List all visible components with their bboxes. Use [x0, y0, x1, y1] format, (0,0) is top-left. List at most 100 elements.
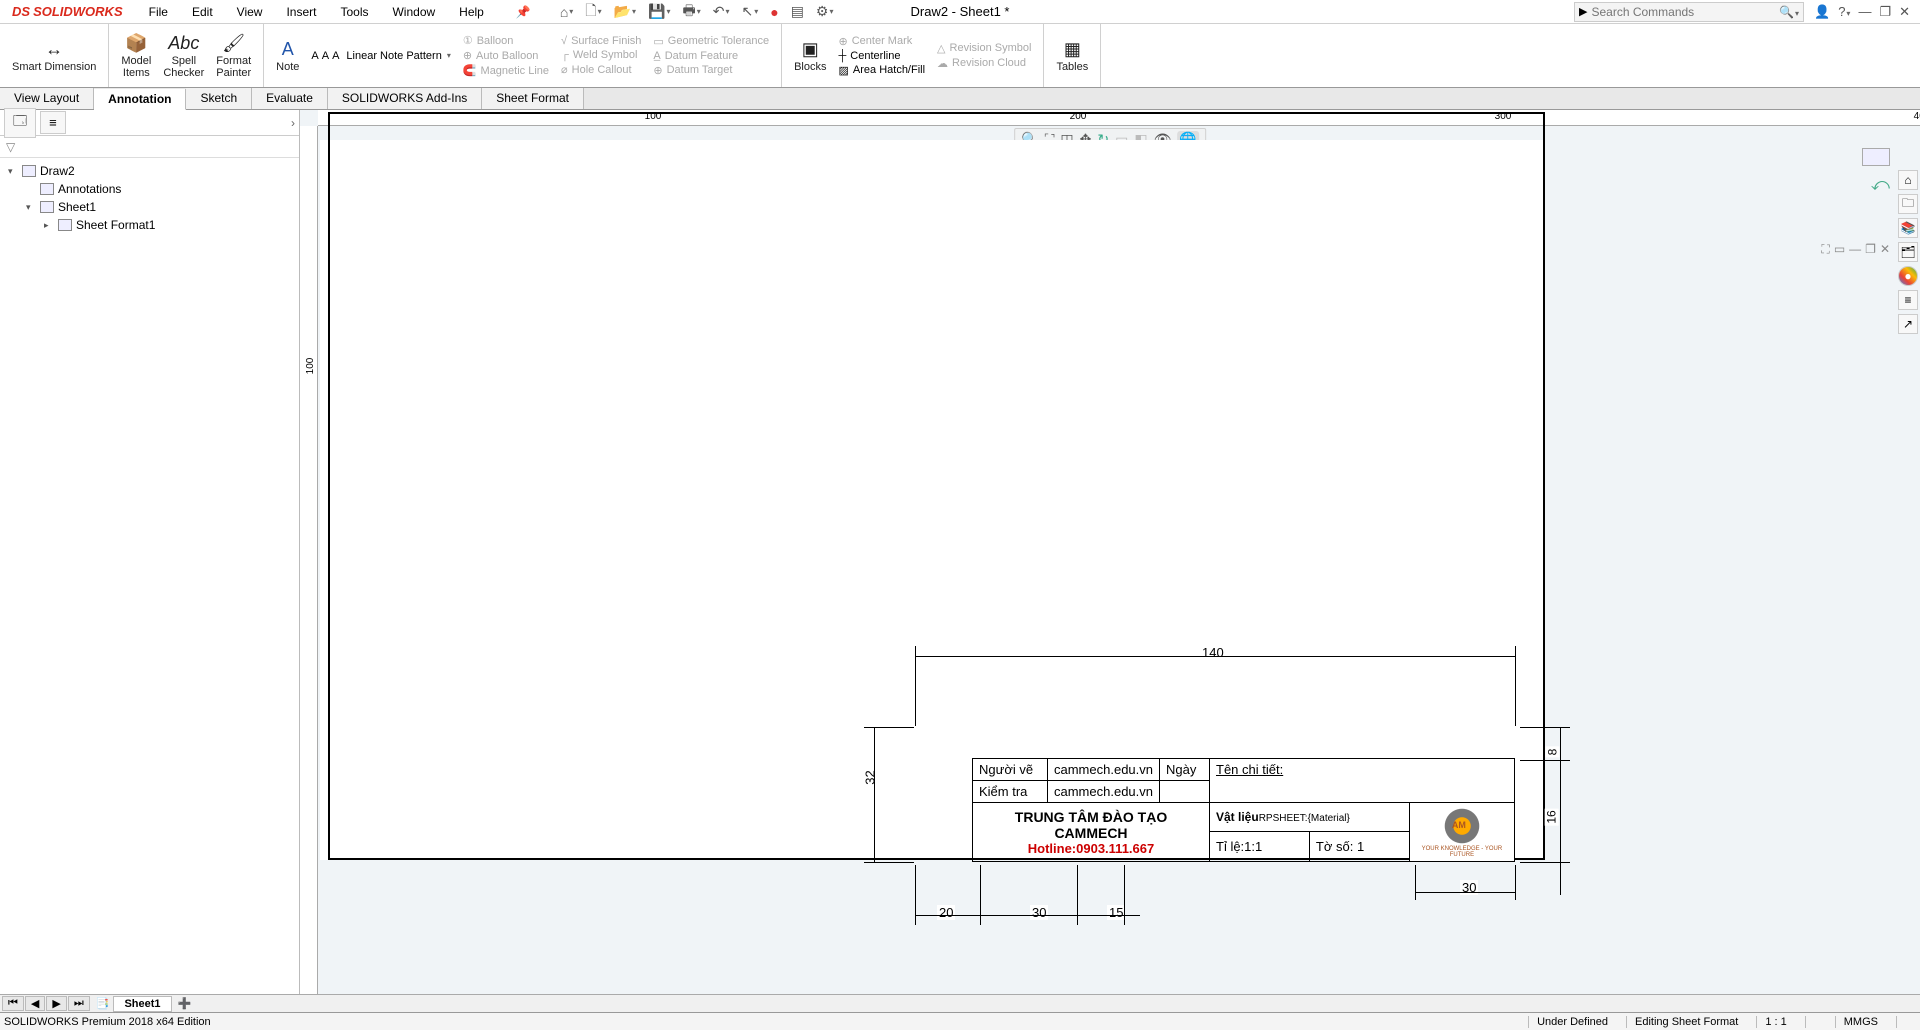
auto-balloon-button[interactable]: ⊕Auto Balloon: [463, 49, 549, 62]
sheet-border: [328, 112, 1545, 860]
tree-annotations[interactable]: Annotations: [8, 180, 291, 198]
graphics-area[interactable]: 100 200 300 400 100 🔍 ⛶ ◰ ✥ ↻ ▭ ◧ 👁 🌐 14…: [300, 110, 1920, 994]
minimize-icon[interactable]: —: [1858, 4, 1871, 19]
tab-sketch[interactable]: Sketch: [186, 88, 252, 109]
revision-symbol-button[interactable]: △Revision Symbol: [937, 42, 1031, 55]
property-manager-tab-icon[interactable]: ≡: [40, 111, 66, 134]
menu-edit[interactable]: Edit: [184, 3, 221, 21]
tb-vat-lieu-label: Vật liệu: [1216, 810, 1259, 824]
status-scale[interactable]: 1 : 1: [1756, 1016, 1794, 1028]
new-icon[interactable]: 🗋▾: [582, 0, 604, 24]
filter-bar[interactable]: ▽: [0, 136, 299, 158]
drawing-sheet: 140 32 20 30 15 30 8 16: [320, 140, 1545, 860]
blocks-icon: ▣: [802, 39, 819, 61]
taskpane-forum-icon[interactable]: ↗: [1898, 314, 1918, 334]
nav-prev-icon[interactable]: ◀: [25, 996, 45, 1011]
feature-tree-tab-icon[interactable]: 🗔: [4, 108, 36, 138]
taskpane-chrome-icon[interactable]: ●: [1898, 266, 1918, 286]
tree-sheet-format[interactable]: ▸Sheet Format1: [8, 216, 291, 234]
open-icon[interactable]: 📂▾: [611, 3, 639, 20]
brand-text: SOLIDWORKS: [33, 4, 123, 19]
print-icon[interactable]: 🖶▾: [679, 0, 703, 24]
vp-close-icon[interactable]: ✕: [1880, 242, 1890, 257]
centerline-button[interactable]: ┼Centerline: [839, 50, 926, 62]
format-painter-button[interactable]: 🖌Format Painter: [210, 31, 257, 81]
tree-sheet[interactable]: ▾Sheet1: [8, 198, 291, 216]
home-icon[interactable]: ⌂▾: [557, 4, 576, 20]
status-units[interactable]: MMGS: [1835, 1016, 1886, 1028]
menu-file[interactable]: File: [141, 3, 176, 21]
select-icon[interactable]: ↖▾: [738, 3, 761, 20]
menu-tools[interactable]: Tools: [332, 3, 376, 21]
menu-help[interactable]: Help: [451, 3, 492, 21]
search-icon[interactable]: 🔍▾: [1779, 5, 1799, 19]
smart-dimension-button[interactable]: ↔ Smart Dimension: [6, 37, 102, 75]
centermark-icon: ⊕: [839, 35, 848, 48]
status-bar: SOLIDWORKS Premium 2018 x64 Edition Unde…: [0, 1012, 1920, 1030]
hole-callout-button[interactable]: ⌀Hole Callout: [561, 63, 641, 76]
note-button[interactable]: ANote: [270, 37, 305, 75]
tab-evaluate[interactable]: Evaluate: [252, 88, 328, 109]
surface-finish-button[interactable]: √Surface Finish: [561, 35, 641, 47]
taskpane-library-icon[interactable]: 📚: [1898, 218, 1918, 238]
blocks-button[interactable]: ▣Blocks: [788, 37, 832, 75]
status-blank1: [1805, 1016, 1825, 1028]
flyout-icon[interactable]: ›: [291, 116, 295, 130]
taskpane-appearance-icon[interactable]: ≡: [1898, 290, 1918, 310]
tab-sheet-format[interactable]: Sheet Format: [482, 88, 584, 109]
undo-icon[interactable]: ↶▾: [710, 3, 733, 20]
app-logo: DS SOLIDWORKS: [0, 4, 135, 19]
center-mark-button[interactable]: ⊕Center Mark: [839, 35, 926, 48]
weld-symbol-button[interactable]: ┌Weld Symbol: [561, 49, 641, 61]
linear-note-pattern-button[interactable]: AAALinear Note Pattern▾: [311, 50, 450, 62]
nav-last-icon[interactable]: ⏭: [68, 996, 90, 1011]
reference-triad-icon[interactable]: [1862, 148, 1890, 166]
options-icon[interactable]: ⚙▾: [813, 3, 837, 20]
save-icon[interactable]: 💾▾: [645, 3, 673, 20]
nav-first-icon[interactable]: ⏮: [2, 996, 24, 1011]
menu-window[interactable]: Window: [384, 3, 443, 21]
add-sheet-icon[interactable]: ➕: [172, 997, 198, 1010]
close-icon[interactable]: ✕: [1899, 4, 1910, 20]
user-icon[interactable]: 👤: [1814, 4, 1830, 20]
options-doc-icon[interactable]: ▤: [788, 3, 807, 20]
datum-target-button[interactable]: ⊕Datum Target: [653, 64, 769, 77]
datum-feature-button[interactable]: A̲Datum Feature: [653, 50, 769, 62]
search-commands[interactable]: ▶ 🔍▾: [1574, 2, 1804, 22]
geometric-tolerance-button[interactable]: ▭Geometric Tolerance: [653, 35, 769, 48]
nav-next-icon[interactable]: ▶: [46, 996, 66, 1011]
tables-button[interactable]: ▦Tables: [1050, 37, 1094, 75]
magnetic-line-button[interactable]: 🧲Magnetic Line: [463, 64, 549, 77]
vp-expand-icon[interactable]: ⛶: [1821, 242, 1829, 257]
status-blank2: [1896, 1016, 1916, 1028]
tab-annotation[interactable]: Annotation: [94, 89, 186, 110]
hatch-icon: ▨: [839, 64, 849, 77]
sheet-icon: [40, 201, 54, 213]
restore-icon[interactable]: ❐: [1879, 4, 1891, 20]
sheet-tab-sheets-icon[interactable]: 📑: [96, 997, 110, 1010]
vp-window-icon[interactable]: ▭: [1834, 242, 1845, 257]
tab-addins[interactable]: SOLIDWORKS Add-Ins: [328, 88, 482, 109]
sheet-tab-sheet1[interactable]: Sheet1: [113, 996, 171, 1012]
search-input[interactable]: [1591, 5, 1779, 19]
rebuild-icon[interactable]: ●: [767, 4, 781, 20]
spell-checker-button[interactable]: AbcSpell Checker: [157, 31, 210, 81]
vp-restore-icon[interactable]: ❐: [1865, 242, 1876, 257]
help-icon[interactable]: ?▾: [1838, 4, 1850, 19]
menu-insert[interactable]: Insert: [278, 3, 324, 21]
taskpane-palette-icon[interactable]: 🗂: [1898, 242, 1918, 262]
ruler-vertical: 100: [300, 126, 318, 994]
tab-view-layout[interactable]: View Layout: [0, 88, 94, 109]
area-hatch-button[interactable]: ▨Area Hatch/Fill: [839, 64, 926, 77]
revert-arrow-icon[interactable]: ⤺: [1871, 174, 1890, 195]
taskpane-home-icon[interactable]: ⌂: [1898, 170, 1918, 190]
revision-cloud-button[interactable]: ☁Revision Cloud: [937, 57, 1031, 70]
tree-root[interactable]: ▾Draw2: [8, 162, 291, 180]
model-items-button[interactable]: 📦Model Items: [115, 31, 157, 81]
taskpane-resources-icon[interactable]: 🗀: [1898, 194, 1918, 214]
menu-view[interactable]: View: [229, 3, 271, 21]
balloon-button[interactable]: ①Balloon: [463, 34, 549, 47]
vp-minimize-icon[interactable]: —: [1849, 242, 1861, 257]
pin-icon[interactable]: 📌: [508, 3, 539, 21]
sheet-format-icon: [58, 219, 72, 231]
